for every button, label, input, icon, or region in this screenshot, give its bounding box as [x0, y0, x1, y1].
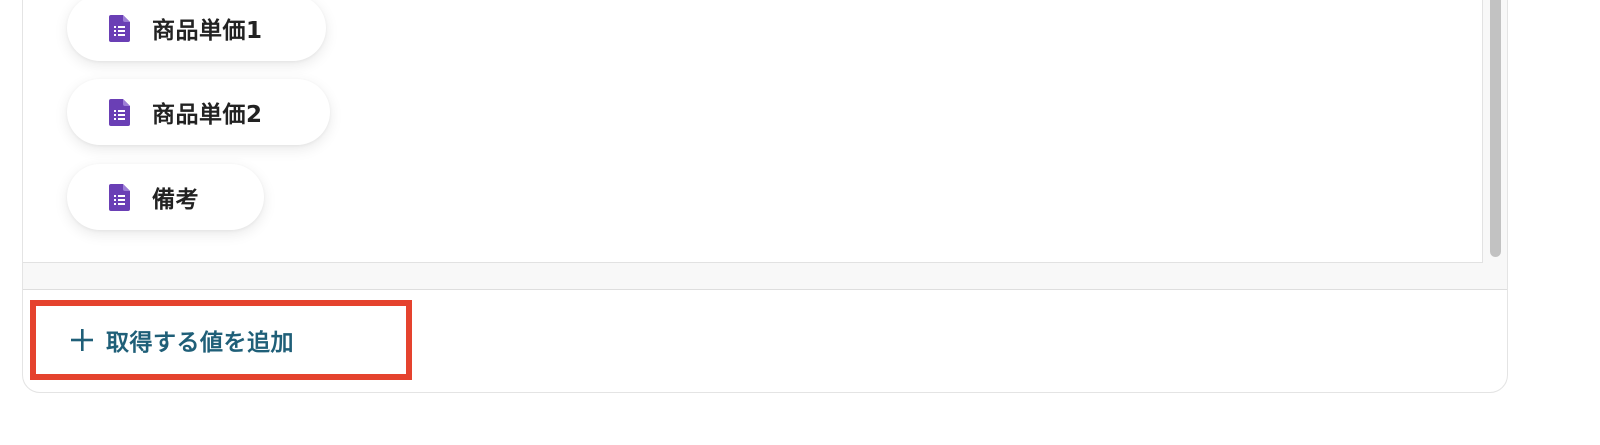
field-list: 商品単価1 商品単価2 備考 [23, 0, 1483, 263]
plus-icon [71, 329, 93, 351]
field-chip-label: 備考 [152, 187, 199, 213]
form-document-icon [109, 14, 130, 42]
add-value-label: 取得する値を追加 [106, 330, 294, 356]
field-chip-unit-price-2[interactable]: 商品単価2 [67, 79, 330, 145]
list-footer-divider [23, 263, 1507, 290]
form-document-icon [109, 183, 130, 211]
scrollbar-thumb[interactable] [1490, 0, 1501, 257]
field-chip-label: 商品単価1 [152, 18, 263, 44]
field-chip-unit-price-1[interactable]: 商品単価1 [67, 0, 326, 61]
field-chip-label: 商品単価2 [152, 102, 263, 128]
form-document-icon [109, 98, 130, 126]
field-chip-notes[interactable]: 備考 [67, 164, 264, 230]
add-value-button[interactable]: 取得する値を追加 [30, 300, 412, 380]
